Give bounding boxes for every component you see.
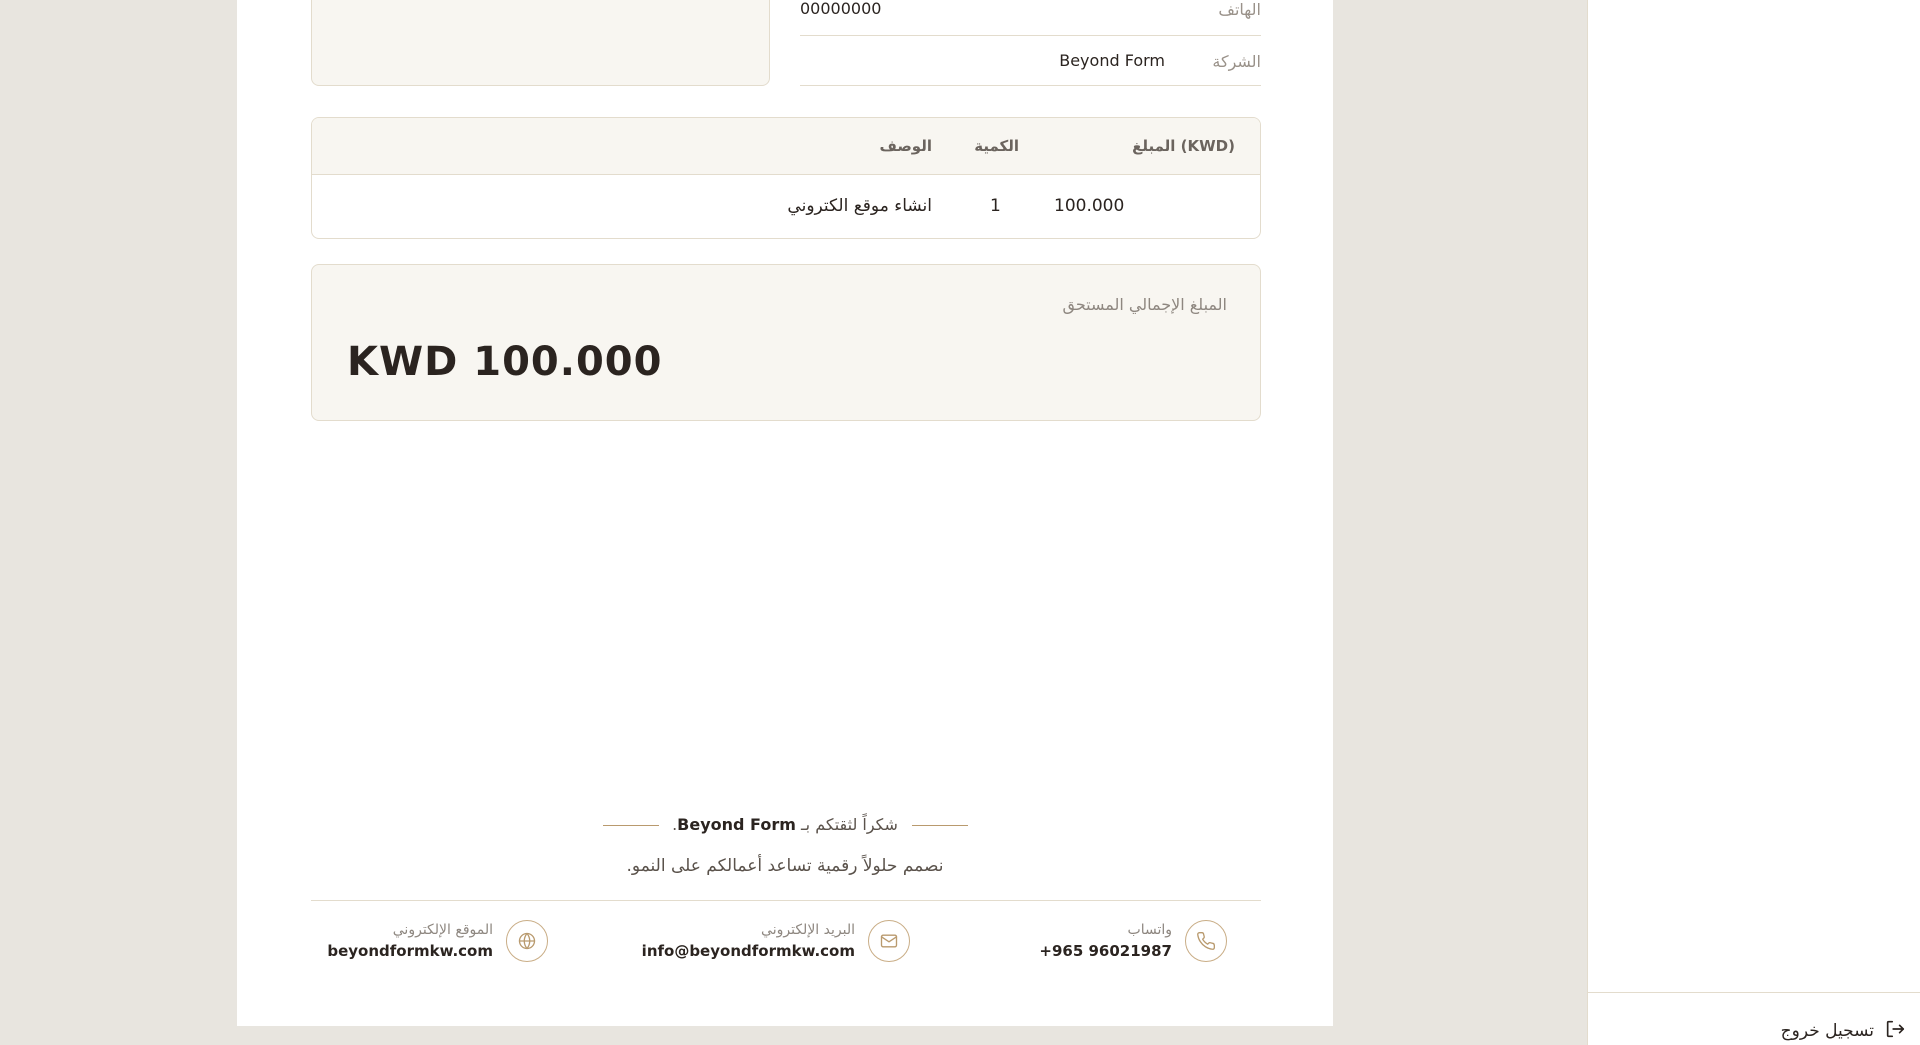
thanks-message: شكراً لثقتكم بـ Beyond Form.: [237, 815, 1333, 834]
phone-value: 00000000: [800, 0, 882, 18]
tagline: نصمم حلولاً رقمية تساعد أعمالكم على النم…: [626, 856, 944, 876]
email-label: البريد الإلكتروني: [761, 922, 855, 938]
company-value: Beyond Form: [1059, 51, 1165, 70]
whatsapp-label: واتساب: [1127, 922, 1172, 938]
thanks-brand: Beyond Form: [677, 815, 796, 834]
items-table-header: المبلغ (KWD) الكمية الوصف: [312, 118, 1260, 175]
client-notes-box: [311, 0, 770, 86]
phone-icon: [1185, 920, 1227, 962]
header-amount: المبلغ (KWD): [1132, 137, 1235, 155]
contact-website: الموقع الإلكتروني beyondformkw.com: [317, 920, 548, 964]
company-label: الشركة: [1212, 52, 1261, 71]
header-quantity: الكمية: [974, 137, 1019, 155]
website-value: beyondformkw.com: [327, 942, 493, 960]
footer-divider: [311, 900, 1261, 901]
row-quantity: 1: [990, 196, 1001, 216]
invoice-paper: الهاتف 00000000 الشركة Beyond Form المبل…: [237, 0, 1333, 1026]
header-description: الوصف: [879, 137, 932, 155]
right-sidebar: تسجيل خروج: [1587, 0, 1920, 1045]
logout-label: تسجيل خروج: [1780, 1021, 1874, 1041]
total-box: المبلغ الإجمالي المستحق KWD 100.000: [311, 264, 1261, 421]
row-amount: 100.000: [1054, 196, 1125, 216]
items-table: المبلغ (KWD) الكمية الوصف 100.000 1 انشا…: [311, 117, 1261, 239]
sidebar-divider: [1588, 992, 1920, 993]
logout-button[interactable]: تسجيل خروج: [1781, 1018, 1906, 1044]
client-phone-row: الهاتف 00000000: [800, 0, 1261, 36]
email-value: info@beyondformkw.com: [641, 942, 855, 960]
total-amount: KWD 100.000: [347, 339, 663, 385]
website-label: الموقع الإلكتروني: [392, 922, 493, 938]
phone-label: الهاتف: [1218, 0, 1261, 19]
globe-icon: [506, 920, 548, 962]
contact-email: البريد الإلكتروني info@beyondformkw.com: [642, 920, 910, 964]
whatsapp-value: +965 96021987: [1039, 942, 1172, 960]
total-label: المبلغ الإجمالي المستحق: [1062, 295, 1227, 314]
contact-whatsapp: واتساب +965 96021987: [1017, 920, 1227, 964]
mail-icon: [868, 920, 910, 962]
row-description: انشاء موقع الكتروني: [787, 196, 932, 216]
thanks-prefix: شكراً لثقتكم بـ: [800, 815, 898, 834]
logout-icon: [1884, 1018, 1906, 1044]
client-company-row: الشركة Beyond Form: [800, 36, 1261, 86]
